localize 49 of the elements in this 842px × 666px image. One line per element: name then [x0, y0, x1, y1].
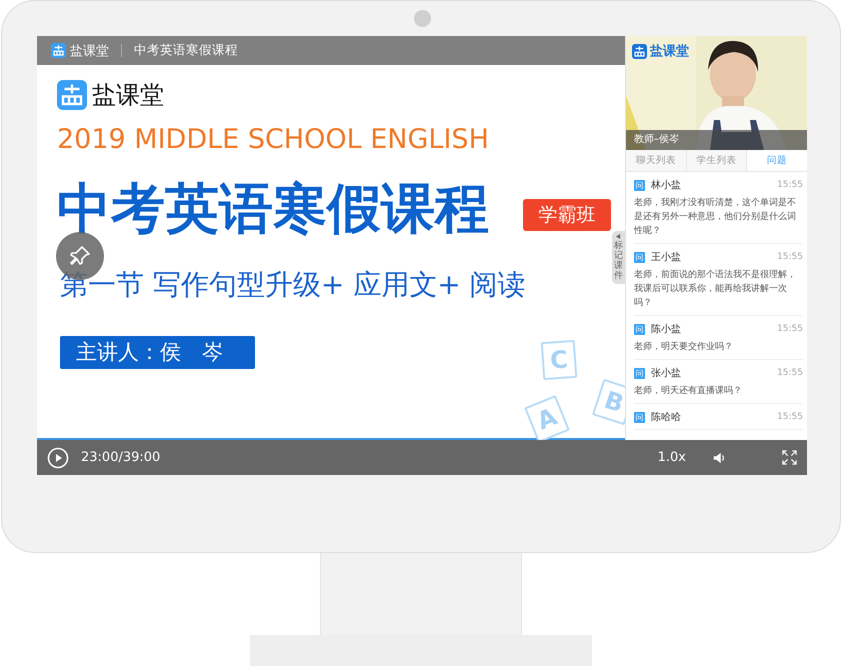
panel-tab[interactable]: 学生列表: [686, 150, 748, 171]
play-button[interactable]: [47, 446, 69, 468]
logo-icon: [632, 44, 647, 58]
playback-time: 23:00/39:00: [81, 450, 160, 465]
speed-button[interactable]: 1.0x: [658, 450, 686, 465]
question-text: 老师，我刚才没有听清楚，这个单词是不是还有另外一种意思，他们分别是什么词性呢？: [634, 196, 797, 238]
question-text: 老师，明天还有直播课吗？: [634, 384, 743, 398]
question-text: 老师，明天要交作业吗？: [634, 340, 734, 354]
brand-name: 盐课堂: [92, 80, 164, 111]
lesson-title: 第一节 写作句型升级+ 应用文+ 阅读: [60, 267, 526, 303]
question-tag: 问: [634, 412, 645, 422]
student-name: 张小盐: [651, 366, 682, 380]
fullscreen-icon: [782, 450, 797, 465]
class-badge: 学霸班: [523, 199, 611, 231]
message-time: 15:55: [777, 412, 803, 422]
question-text: 老师，前面说的那个语法我不是很理解，我课后可以联系你，能再给我讲解一次吗？: [634, 268, 797, 310]
letter-block: B: [592, 378, 625, 426]
message-time: 15:55: [777, 368, 803, 378]
message-time: 15:55: [777, 324, 803, 334]
question-tag: 问: [634, 368, 645, 378]
collapse-arrow-icon: [616, 234, 621, 239]
brand-name: 盐课堂: [70, 42, 109, 60]
play-icon: [47, 446, 69, 468]
student-name: 王小盐: [651, 250, 682, 264]
volume-icon: [712, 450, 726, 464]
question-tag: 问: [634, 252, 645, 262]
message-time: 15:55: [777, 252, 803, 262]
message-time: 15:55: [777, 180, 803, 190]
student-name: 陈哈哈: [651, 411, 682, 424]
course-title: 中考英语寒假课程: [134, 42, 238, 59]
question-tag: 问: [634, 180, 645, 190]
brand-name: 盐课堂: [650, 43, 689, 60]
volume-button[interactable]: [712, 450, 726, 464]
slide-title: 中考英语寒假课程: [57, 177, 489, 241]
fullscreen-button[interactable]: [782, 450, 797, 465]
logo-icon: [57, 80, 87, 110]
logo-icon: [51, 43, 66, 58]
student-name: 林小盐: [651, 178, 682, 192]
letter-block: A: [524, 395, 570, 440]
slide-subtitle: 2019 MIDDLE SCHOOL ENGLISH: [57, 123, 490, 157]
teacher-caption: 教师–侯岑: [626, 130, 807, 150]
question-tag: 问: [634, 324, 645, 334]
mark-courseware-tab[interactable]: 标记课件: [612, 231, 625, 284]
pin-icon: [68, 244, 92, 268]
webcam-dot: [414, 10, 431, 27]
student-name: 陈小盐: [651, 322, 682, 336]
speaker-label: 主讲人：侯 岑: [60, 336, 255, 369]
letter-block: C: [540, 340, 578, 380]
panel-tab[interactable]: 聊天列表: [626, 150, 687, 171]
